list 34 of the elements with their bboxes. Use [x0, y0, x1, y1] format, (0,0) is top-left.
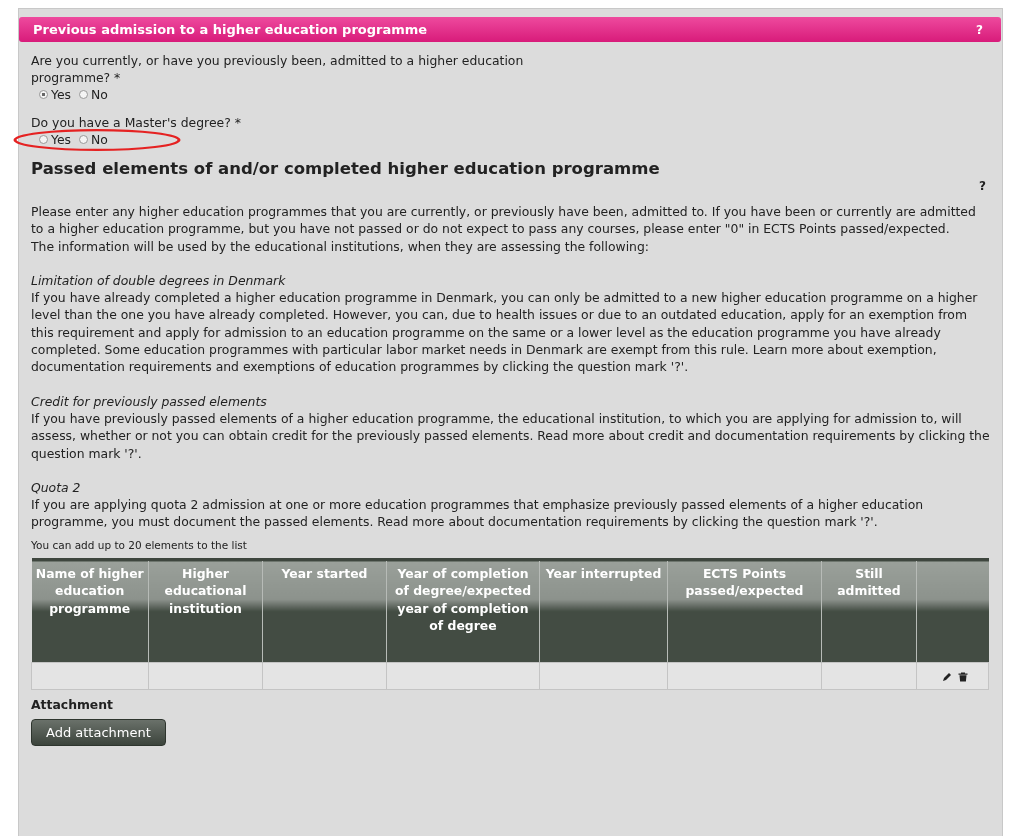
radio-button[interactable]: [39, 90, 48, 99]
add-attachment-button[interactable]: Add attachment: [31, 719, 166, 747]
paragraph: The information will be used by the educational institutions, when they are assessing the following:: [31, 237, 650, 255]
block-heading: Quota 2: [31, 478, 82, 497]
block-heading: Limitation of double degrees in Denmark: [31, 271, 287, 290]
radio-label: Yes: [51, 131, 71, 148]
section-heading: Passed elements of and/or completed higher education programme: [31, 159, 660, 178]
help-link[interactable]: ?: [976, 22, 983, 37]
trash-icon[interactable]: [958, 672, 968, 683]
pencil-icon[interactable]: [942, 672, 952, 683]
column-header: ECTS Points passed/expected: [667, 559, 822, 663]
paragraph: If you have previously passed elements of a higher education programme, the educational institution, to which you are applying for admission to, will assess, whether or not you can obtain credit for the previously passed elements. Read more about credit and documentation requirements by clicking the question mark '?'.: [31, 409, 990, 462]
question-label: Are you currently, or have you previously been, admitted to a higher education programme? *: [31, 52, 525, 86]
section-title: Previous admission to a higher education programme: [33, 22, 428, 37]
column-header: Year started: [262, 559, 387, 663]
paragraph: Please enter any higher education programmes that you are currently, or previously have been, admitted to. If you have been or currently are admitted to a higher education programme, but you have not passed or do not expect to pass any courses, please enter "0" in ECTS Points passed/expected.: [31, 203, 977, 238]
radio-button[interactable]: [79, 135, 88, 144]
paragraph: If you are applying quota 2 admission at one or more education programmes that emphasize previously passed elements of a higher education programme, you must document the passed elements. Read more about documentation requirements by clicking the question mark '?'.: [31, 496, 925, 531]
column-header: Year interrupted: [539, 559, 668, 663]
radio-label: No: [91, 86, 108, 103]
radio-label: Yes: [51, 86, 71, 103]
radio-button[interactable]: [79, 90, 88, 99]
list-note: You can add up to 20 elements to the list: [31, 537, 248, 553]
paragraph: If you have already completed a higher education programme in Denmark, you can only be admitted to a new higher education programme on a higher level than the one you have already completed. However, you can, due to health issues or due to an outdated education, apply for an exemption from this requirement and apply for admission to an education programme on the same or a lower level as the education programme you have already completed. Some education programmes with particular labor market needs in Denmark are exempt from this rule. Learn more about exemption, documentation requirements and exemptions of education programmes by clicking the question mark '?'.: [31, 289, 979, 376]
radio-label: No: [91, 131, 108, 148]
help-link[interactable]: ?: [979, 179, 986, 193]
question-label: Do you have a Master's degree? *: [31, 114, 242, 131]
radio-button[interactable]: [39, 135, 48, 144]
block-heading: Credit for previously passed elements: [31, 392, 268, 410]
column-header: Higher educational institution: [148, 559, 263, 663]
column-header: Still admitted: [821, 559, 917, 663]
column-header: Year of completion of degree/expected year of completion of degree: [386, 559, 540, 663]
column-header: Name of higher education programme: [31, 559, 149, 663]
attachment-label: Attachment: [31, 696, 115, 714]
